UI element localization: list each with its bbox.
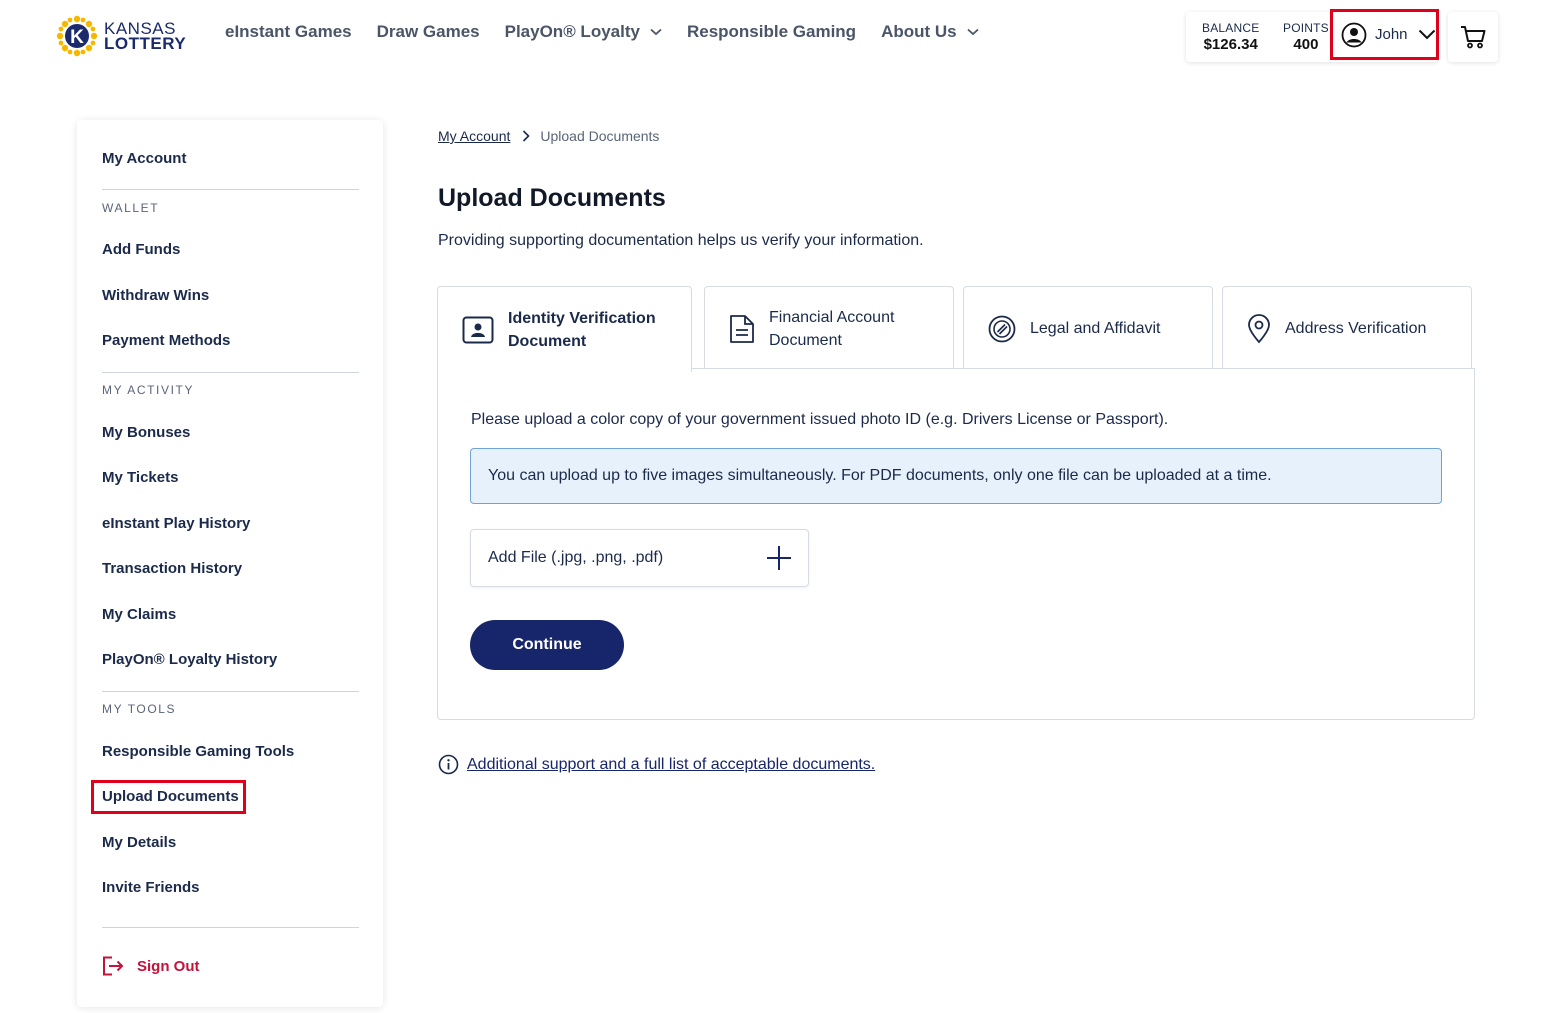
legal-seal-icon	[988, 315, 1016, 342]
shopping-cart-icon	[1461, 26, 1486, 49]
sidebar-item-upload-documents[interactable]: Upload Documents	[102, 788, 239, 805]
id-card-icon	[462, 316, 494, 343]
location-pin-icon	[1248, 313, 1270, 343]
sidebar-item-my-claims[interactable]: My Claims	[102, 606, 176, 623]
breadcrumb: My Account Upload Documents	[438, 128, 659, 144]
points-value: 400	[1293, 36, 1319, 53]
sidebar-item-my-bonuses[interactable]: My Bonuses	[102, 424, 190, 441]
points-stat: POINTS 400	[1283, 21, 1329, 53]
sidebar-item-my-tickets[interactable]: My Tickets	[102, 469, 178, 486]
cart-button[interactable]	[1448, 12, 1498, 62]
sidebar-item-invite-friends[interactable]: Invite Friends	[102, 879, 200, 896]
nav-label: Responsible Gaming	[686, 22, 857, 41]
nav-einstant-games[interactable]: eInstant Games	[225, 22, 352, 42]
balance-stat: BALANCE $126.34	[1202, 21, 1259, 53]
page-description: Providing supporting documentation helps…	[438, 232, 924, 249]
points-label: POINTS	[1283, 21, 1329, 35]
tab-label: Identity Verification Document	[508, 309, 656, 350]
nav-draw-games[interactable]: Draw Games	[377, 22, 480, 42]
nav-label: PlayOn® Loyalty	[504, 22, 640, 41]
page-title: Upload Documents	[438, 184, 666, 212]
kansas-lottery-logo[interactable]: K KANSAS LOTTERY	[56, 14, 196, 58]
sign-out-button[interactable]: Sign Out	[102, 956, 200, 976]
chevron-down-icon	[967, 28, 979, 36]
sunflower-icon: K	[56, 15, 98, 57]
sidebar-item-withdraw-wins[interactable]: Withdraw Wins	[102, 287, 209, 304]
main-nav: eInstant Games Draw Games PlayOn® Loyalt…	[225, 22, 1004, 42]
upload-instruction: Please upload a color copy of your gover…	[471, 411, 1169, 428]
info-icon	[438, 754, 459, 775]
sidebar-divider	[102, 189, 359, 190]
balance-value: $126.34	[1203, 36, 1258, 53]
tab-legal-affidavit[interactable]: Legal and Affidavit	[963, 286, 1213, 370]
info-notice: You can upload up to five images simulta…	[470, 448, 1442, 504]
sidebar-divider	[102, 927, 359, 928]
section-my-activity: MY ACTIVITY	[102, 383, 195, 397]
sidebar-divider	[102, 372, 359, 373]
chevron-down-icon	[650, 28, 662, 36]
nav-responsible-gaming[interactable]: Responsible Gaming	[687, 22, 856, 42]
document-icon	[730, 314, 754, 343]
sidebar-divider	[102, 691, 359, 692]
tab-label: Legal and Affidavit	[1030, 320, 1161, 337]
sidebar-item-einstant-play-history[interactable]: eInstant Play History	[102, 515, 250, 532]
sidebar-item-responsible-gaming-tools[interactable]: Responsible Gaming Tools	[102, 743, 294, 760]
user-menu-button[interactable]: John	[1330, 9, 1439, 60]
tab-identity-verification[interactable]: Identity Verification Document	[437, 286, 692, 372]
panel-border	[691, 368, 1475, 369]
logo-line-2: LOTTERY	[104, 34, 187, 53]
sidebar-item-transaction-history[interactable]: Transaction History	[102, 560, 242, 577]
chevron-right-icon	[523, 130, 531, 142]
sidebar-item-add-funds[interactable]: Add Funds	[102, 241, 180, 258]
support-link[interactable]: Additional support and a full list of ac…	[467, 756, 875, 774]
plus-icon	[767, 546, 791, 570]
nav-label: Draw Games	[376, 22, 480, 41]
user-name: John	[1375, 26, 1408, 43]
breadcrumb-my-account[interactable]: My Account	[438, 128, 510, 144]
sidebar-my-account[interactable]: My Account	[102, 150, 186, 167]
sign-out-label: Sign Out	[137, 957, 200, 975]
nav-playon-loyalty[interactable]: PlayOn® Loyalty	[505, 22, 662, 42]
nav-label: About Us	[881, 22, 957, 41]
tab-financial-account[interactable]: Financial Account Document	[704, 286, 954, 370]
section-my-tools: MY TOOLS	[102, 702, 177, 716]
tab-address-verification[interactable]: Address Verification	[1222, 286, 1472, 370]
sidebar-item-payment-methods[interactable]: Payment Methods	[102, 332, 230, 349]
nav-label: eInstant Games	[225, 22, 352, 41]
support-info: Additional support and a full list of ac…	[438, 754, 875, 775]
add-file-label: Add File (.jpg, .png, .pdf)	[488, 549, 664, 566]
tab-label: Financial Account Document	[769, 308, 895, 349]
info-notice-text: You can upload up to five images simulta…	[488, 467, 1272, 484]
tab-label: Address Verification	[1285, 320, 1427, 337]
nav-about-us[interactable]: About Us	[881, 22, 979, 42]
account-sidebar: My Account WALLET Add Funds Withdraw Win…	[77, 120, 383, 1007]
user-avatar-icon	[1341, 22, 1367, 47]
balance-label: BALANCE	[1202, 21, 1260, 35]
continue-button[interactable]: Continue	[470, 620, 624, 670]
breadcrumb-current: Upload Documents	[540, 128, 660, 144]
sign-out-icon	[103, 956, 124, 976]
chevron-down-icon	[1418, 29, 1435, 40]
section-wallet: WALLET	[102, 201, 160, 215]
site-header: K KANSAS LOTTERY eInstant Games Draw Gam…	[0, 0, 1551, 78]
sidebar-item-playon-loyalty-history[interactable]: PlayOn® Loyalty History	[102, 651, 277, 668]
sidebar-item-my-details[interactable]: My Details	[102, 834, 176, 851]
svg-text:K: K	[70, 27, 84, 48]
add-file-button[interactable]: Add File (.jpg, .png, .pdf)	[470, 529, 809, 587]
